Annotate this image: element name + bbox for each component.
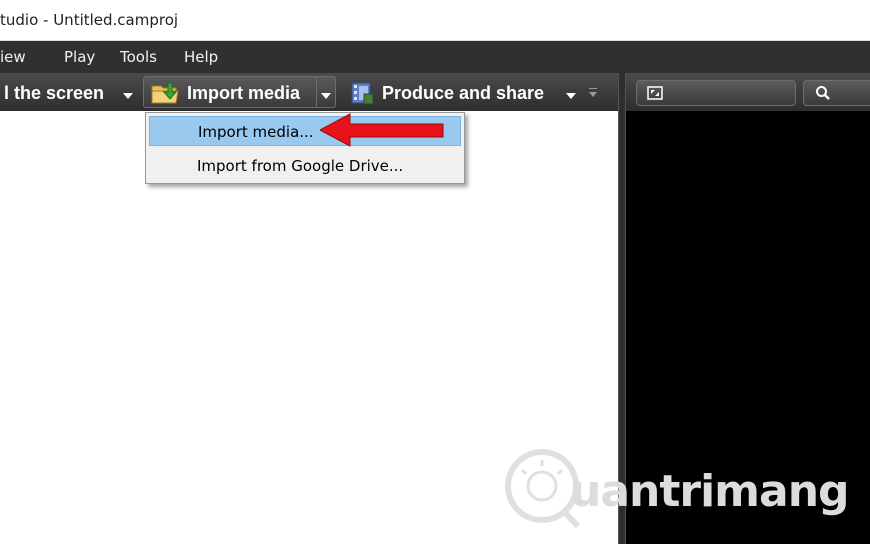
zoom-button[interactable]	[803, 80, 870, 106]
fit-preview-button[interactable]	[636, 80, 796, 106]
record-dropdown-caret[interactable]	[123, 93, 133, 99]
import-media-label[interactable]: Import media	[187, 83, 300, 104]
menu-tools[interactable]: Tools	[120, 48, 157, 66]
import-dropdown-caret[interactable]	[321, 93, 331, 99]
window-title: tudio - Untitled.camproj	[0, 11, 179, 29]
fit-preview-icon	[647, 86, 663, 100]
menu-item-import-media-label: Import media...	[198, 123, 314, 141]
menu-view[interactable]: iew	[0, 48, 26, 66]
toolbar-overflow-line	[589, 88, 597, 89]
film-icon	[351, 82, 374, 105]
menu-item-import-google-drive[interactable]: Import from Google Drive...	[149, 151, 461, 181]
produce-share-button[interactable]: Produce and share	[382, 83, 544, 104]
title-bar: tudio - Untitled.camproj	[0, 0, 870, 41]
red-arrow-icon	[320, 113, 444, 147]
import-split-divider	[316, 76, 317, 108]
produce-dropdown-caret[interactable]	[566, 93, 576, 99]
zoom-icon	[816, 86, 830, 100]
record-screen-button[interactable]: l the screen	[4, 83, 104, 104]
menu-play[interactable]: Play	[64, 48, 95, 66]
menu-bar: iew Play Tools Help	[0, 41, 870, 73]
menu-item-import-google-drive-label: Import from Google Drive...	[197, 157, 404, 175]
watermark-text: uantrimang	[570, 466, 850, 517]
overflow-icon[interactable]	[589, 92, 597, 97]
menu-help[interactable]: Help	[184, 48, 218, 66]
folder-import-icon	[151, 82, 179, 104]
